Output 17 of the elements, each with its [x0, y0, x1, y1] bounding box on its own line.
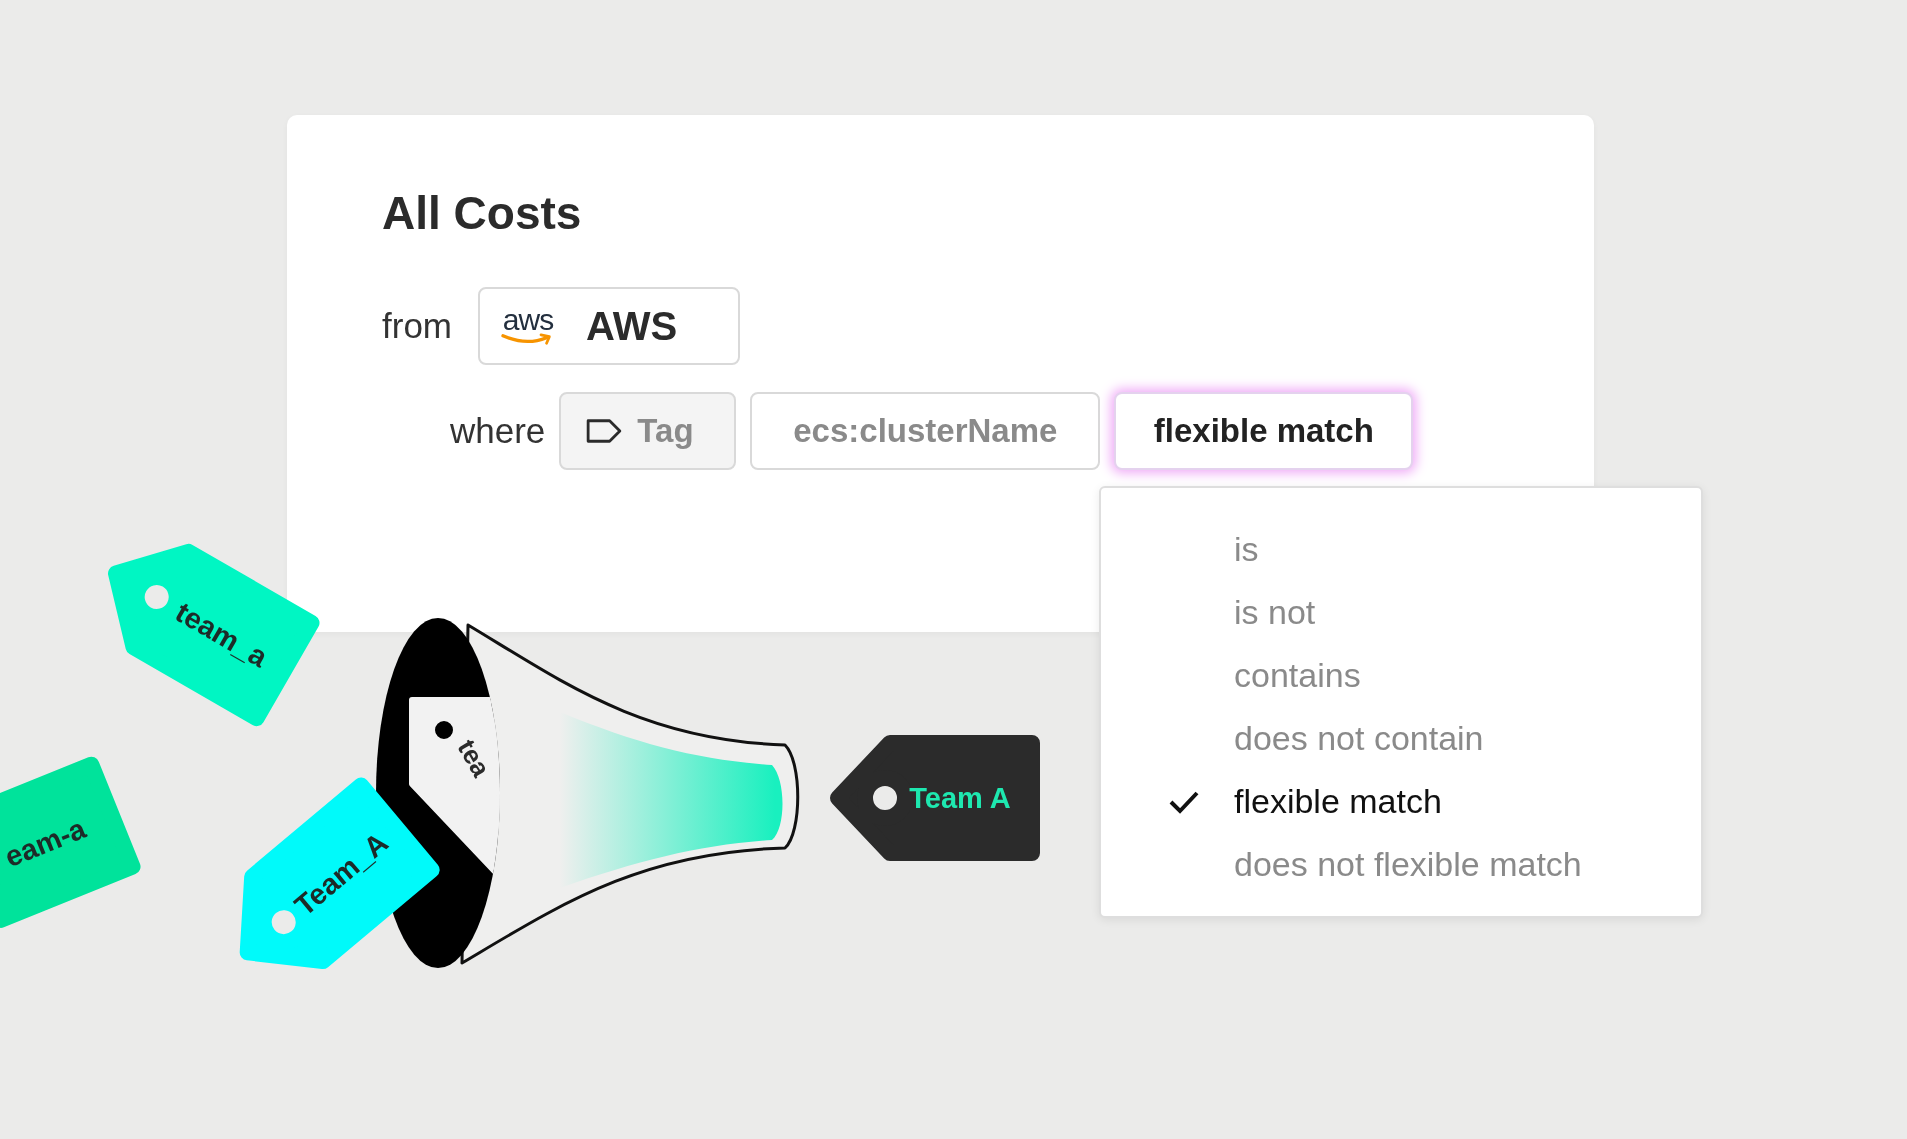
menu-option[interactable]: does not contain: [1101, 707, 1701, 770]
menu-option[interactable]: does not flexible match: [1101, 833, 1701, 896]
card-title: All Costs: [382, 187, 583, 239]
menu-option[interactable]: contains: [1101, 644, 1701, 707]
tag-label: eam-a: [0, 812, 91, 874]
tag-label: Team A: [909, 782, 1011, 814]
where-label: where: [450, 411, 546, 451]
operator-dropdown[interactable]: flexible match: [1114, 392, 1414, 470]
logo-text: aws: [502, 306, 554, 333]
menu-option[interactable]: flexible match: [1101, 770, 1701, 833]
menu-option[interactable]: is not: [1101, 581, 1701, 644]
source-button[interactable]: aws AWS: [478, 287, 740, 365]
from-label: from: [382, 306, 452, 346]
dimension-button[interactable]: Tag: [559, 392, 737, 470]
menu-option[interactable]: is: [1101, 518, 1701, 581]
key-field[interactable]: ecs:clusterName: [750, 392, 1101, 470]
tag-label: tea: [451, 734, 497, 782]
